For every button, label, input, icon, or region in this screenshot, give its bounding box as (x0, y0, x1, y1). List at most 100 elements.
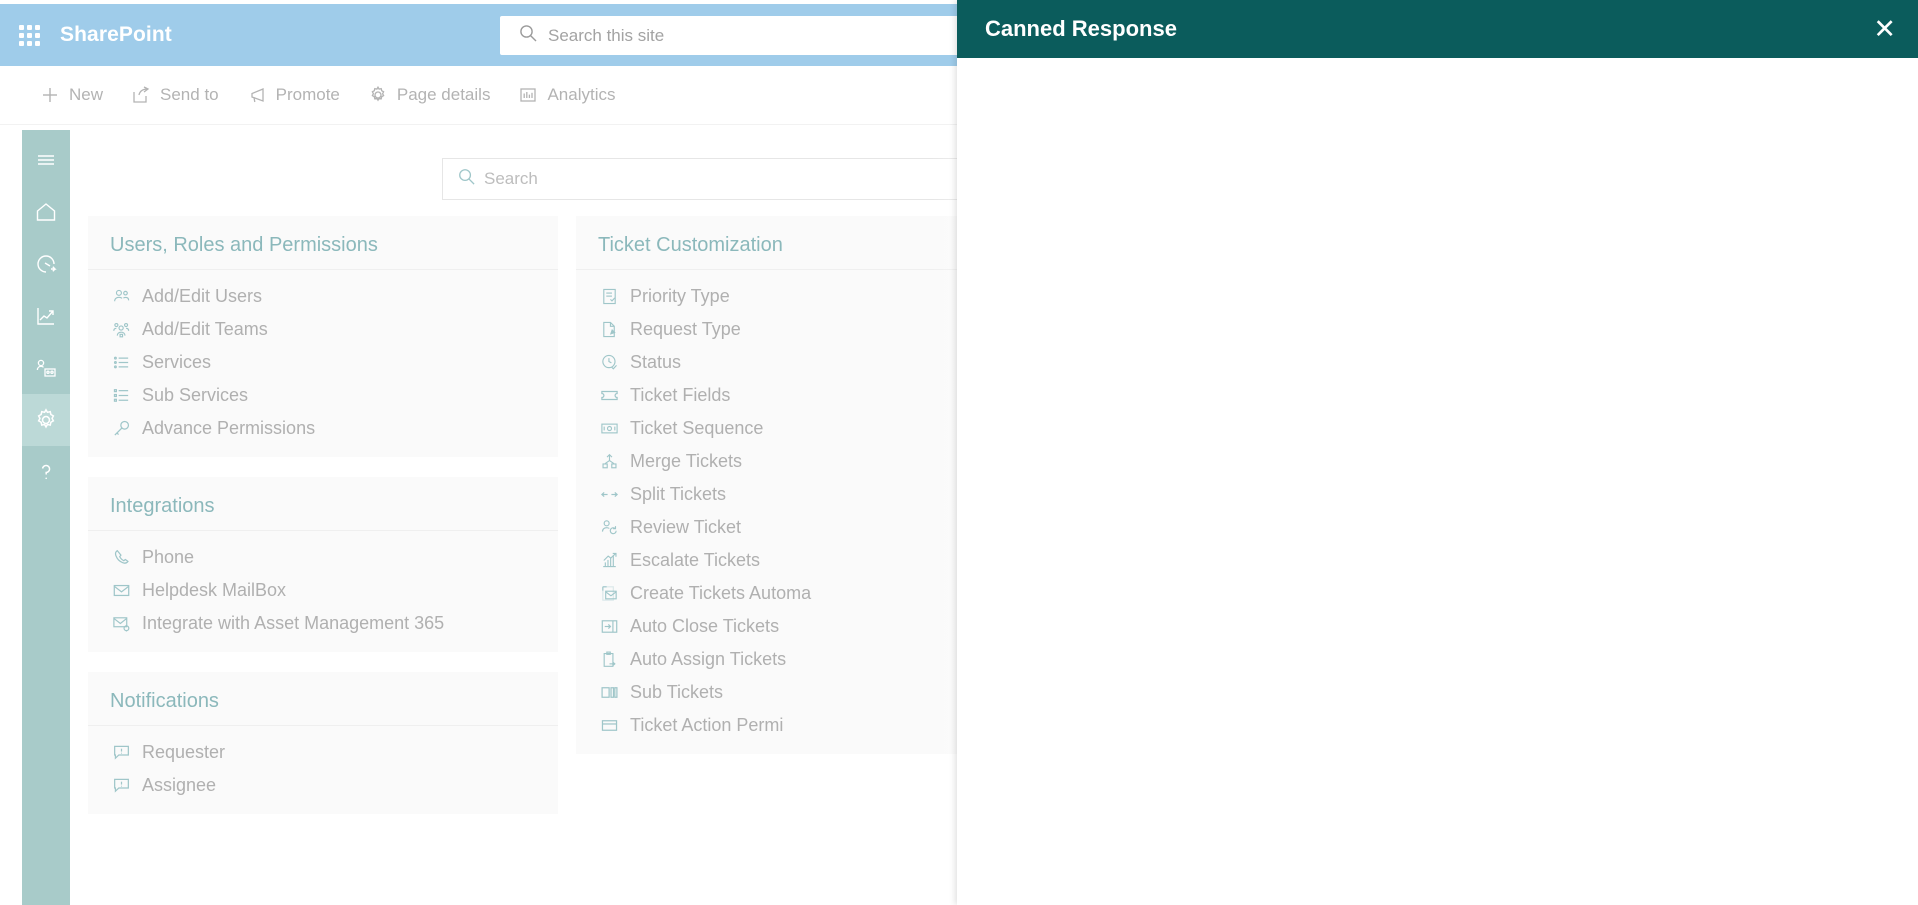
settings-link-label: Split Tickets (630, 484, 727, 504)
rail-item-home[interactable] (22, 186, 70, 238)
settings-link-phone[interactable]: Phone (88, 541, 558, 574)
checklist-icon (600, 287, 619, 306)
rail-item-menu[interactable] (22, 134, 70, 186)
settings-link-label: Advance Permissions (142, 418, 316, 438)
settings-link-services[interactable]: Services (88, 346, 558, 379)
split-arrows-icon (600, 485, 619, 504)
card-title: Integrations (88, 477, 558, 531)
settings-link-label: Create Tickets Automa (630, 583, 812, 603)
merge-icon (600, 452, 619, 471)
settings-column-1: Users, Roles and Permissions Add/Edit Us… (88, 216, 558, 834)
analytics-button[interactable]: Analytics (504, 79, 629, 111)
card-integrations: Integrations Phone Helpdesk MailBox Inte… (88, 477, 558, 652)
canned-response-panel: Canned Response ✕ + Add Search Global Ca… (957, 0, 1918, 905)
comment-alert-icon (112, 776, 131, 795)
site-search-placeholder: Search this site (548, 25, 665, 45)
panel-title: Canned Response (985, 16, 1177, 41)
settings-link-label: Phone (142, 547, 195, 567)
mail-icon (112, 581, 131, 600)
page-details-label: Page details (396, 85, 491, 104)
sub-list-icon (112, 386, 131, 405)
settings-link-integrate-asset-management[interactable]: Integrate with Asset Management 365 (88, 607, 558, 640)
card-title: Notifications (88, 672, 558, 726)
list-icon (112, 353, 131, 372)
promote-button[interactable]: Promote (233, 79, 354, 111)
new-label: New (69, 85, 104, 104)
rail-item-settings[interactable] (22, 394, 70, 446)
search-icon (457, 167, 476, 191)
settings-link-requester[interactable]: Requester (88, 736, 558, 769)
columns-icon (600, 683, 619, 702)
card-notifications: Notifications Requester Assignee (88, 672, 558, 814)
arrow-into-box-icon (600, 617, 619, 636)
settings-link-advance-permissions[interactable]: Advance Permissions (88, 412, 558, 445)
settings-link-label: Assignee (142, 775, 217, 795)
dashboard-gauge-icon (34, 252, 58, 276)
ticket-icon (600, 386, 619, 405)
settings-link-label: Integrate with Asset Management 365 (142, 613, 445, 633)
new-button[interactable]: New (26, 79, 117, 111)
settings-link-add-edit-teams[interactable]: Add/Edit Teams (88, 313, 558, 346)
rail-item-dashboard[interactable] (22, 238, 70, 290)
settings-link-add-edit-users[interactable]: Add/Edit Users (88, 280, 558, 313)
settings-link-helpdesk-mailbox[interactable]: Helpdesk MailBox (88, 574, 558, 607)
search-icon (518, 23, 538, 48)
key-icon (112, 419, 131, 438)
home-icon (34, 200, 58, 224)
settings-link-label: Sub Services (142, 385, 249, 405)
team-icon (112, 320, 131, 339)
left-icon-rail (22, 130, 70, 905)
rail-item-help[interactable] (22, 446, 70, 498)
settings-link-label: Sub Tickets (630, 682, 724, 702)
clock-check-icon (600, 353, 619, 372)
settings-link-label: Request Type (630, 319, 741, 339)
clipboard-arrow-icon (600, 650, 619, 669)
settings-link-label: Ticket Action Permi (630, 715, 784, 735)
sharepoint-brand[interactable]: SharePoint (60, 23, 172, 47)
card-item-list: Add/Edit Users Add/Edit Teams Services S… (88, 270, 558, 445)
page-details-button[interactable]: Page details (354, 79, 505, 111)
phone-icon (112, 548, 131, 567)
gear-icon (368, 85, 388, 105)
settings-link-label: Review Ticket (630, 517, 742, 537)
document-edit-icon (600, 320, 619, 339)
send-to-label: Send to (160, 85, 219, 104)
settings-columns: Users, Roles and Permissions Add/Edit Us… (88, 216, 1046, 834)
line-chart-icon (34, 304, 58, 328)
card-item-list: Phone Helpdesk MailBox Integrate with As… (88, 531, 558, 640)
settings-link-label: Auto Assign Tickets (630, 649, 787, 669)
send-to-button[interactable]: Send to (117, 79, 233, 111)
settings-link-label: Services (142, 352, 212, 372)
hamburger-menu-icon (34, 148, 58, 172)
user-refresh-icon (600, 518, 619, 537)
escalate-chart-icon (600, 551, 619, 570)
settings-link-sub-services[interactable]: Sub Services (88, 379, 558, 412)
card-title: Users, Roles and Permissions (88, 216, 558, 270)
settings-link-label: Ticket Fields (630, 385, 731, 405)
settings-link-label: Status (630, 352, 682, 372)
card-users-roles-permissions: Users, Roles and Permissions Add/Edit Us… (88, 216, 558, 457)
rail-item-users[interactable] (22, 342, 70, 394)
app-launcher-icon[interactable] (16, 22, 42, 48)
settings-link-label: Requester (142, 742, 226, 762)
question-mark-icon (34, 460, 58, 484)
promote-label: Promote (275, 85, 340, 104)
rail-item-reports[interactable] (22, 290, 70, 342)
settings-link-label: Helpdesk MailBox (142, 580, 287, 600)
settings-search-placeholder: Search (484, 169, 538, 188)
chart-bar-icon (518, 85, 538, 105)
settings-link-assignee[interactable]: Assignee (88, 769, 558, 802)
comment-alert-icon (112, 743, 131, 762)
share-icon (131, 85, 151, 105)
mail-gear-icon (112, 614, 131, 633)
settings-link-label: Ticket Sequence (630, 418, 764, 438)
settings-link-label: Auto Close Tickets (630, 616, 780, 636)
settings-search-input[interactable]: Search (442, 158, 1004, 200)
settings-link-label: Add/Edit Users (142, 286, 263, 306)
settings-link-label: Priority Type (630, 286, 730, 306)
user-board-icon (34, 356, 58, 380)
app-root: SharePoint Search this site New Send to … (0, 0, 1918, 905)
close-icon[interactable]: ✕ (1873, 15, 1896, 43)
panel-header: Canned Response ✕ (957, 0, 1918, 58)
analytics-label: Analytics (547, 85, 616, 104)
